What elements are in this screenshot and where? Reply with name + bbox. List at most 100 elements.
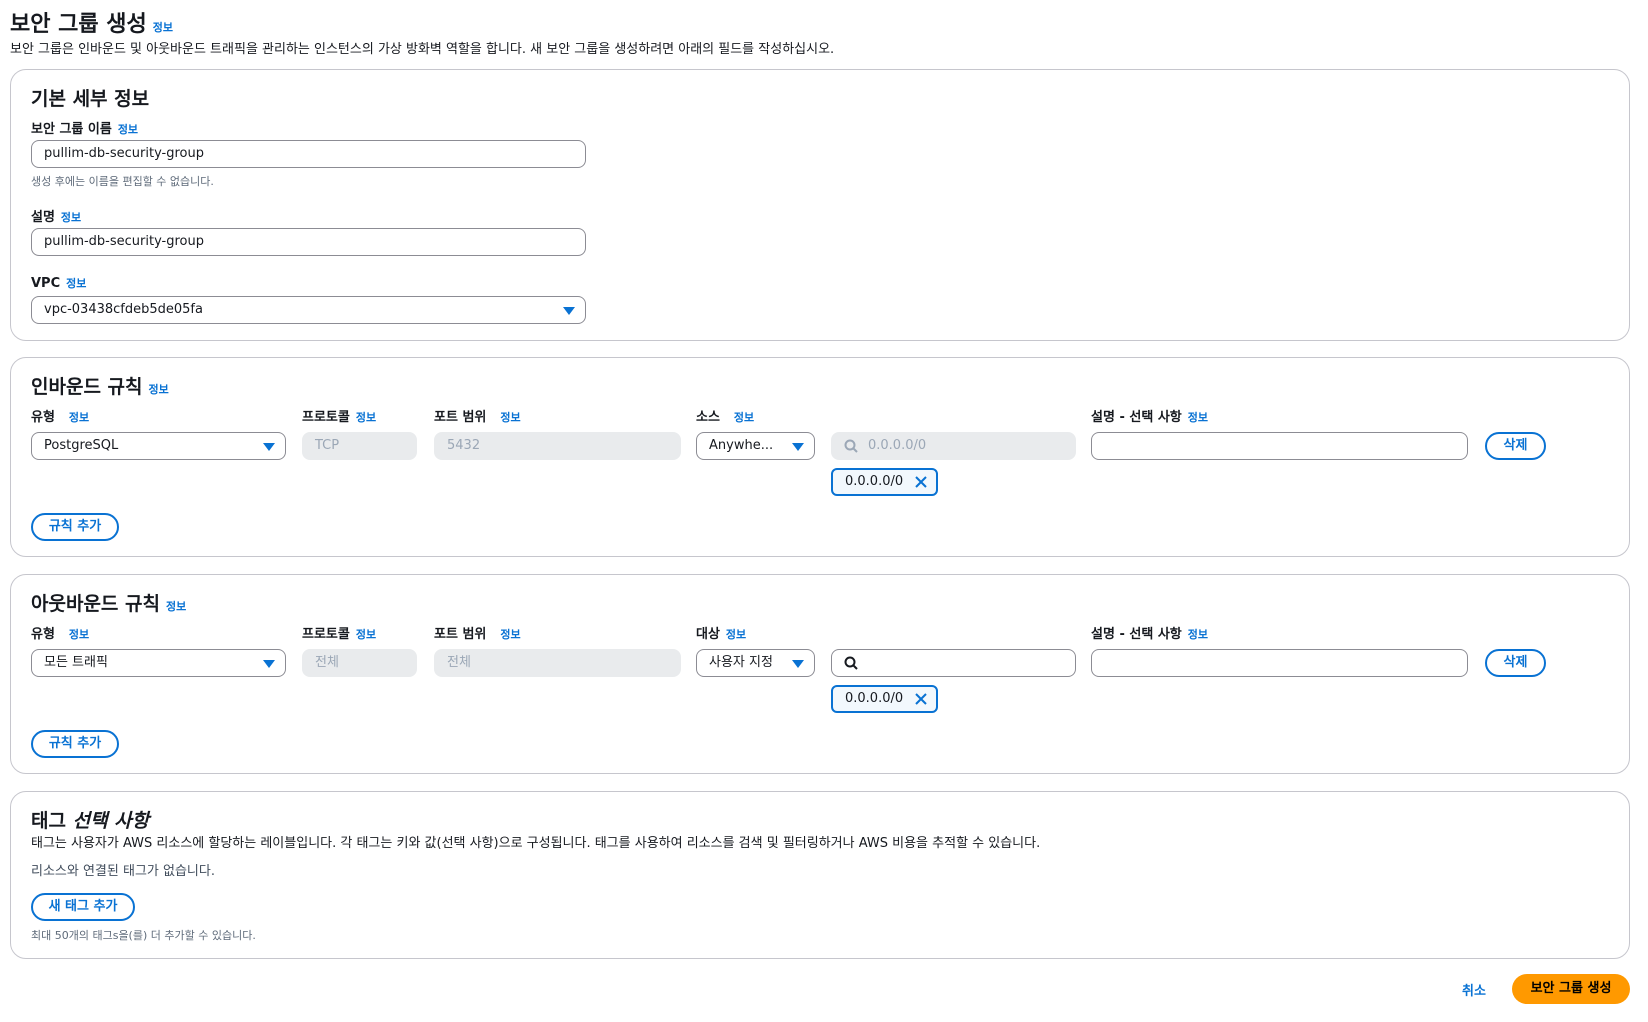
outbound-col-desc: 설명 - 선택 사항 정보 [1091,623,1208,642]
info-link[interactable]: 정보 [356,411,376,424]
info-link[interactable]: 정보 [1188,411,1208,424]
caret-down-icon [792,660,804,668]
outbound-cidr-search[interactable] [831,649,1076,677]
info-link[interactable]: 정보 [726,628,746,641]
outbound-col-protocol: 프로토콜 정보 [302,623,376,642]
inbound-cidr-search[interactable]: 0.0.0.0/0 [831,432,1076,460]
outbound-type-value: 모든 트래픽 [44,655,108,670]
page-title-text: 보안 그룹 생성 [10,12,147,37]
col-source-text: 소스 [696,410,720,425]
basic-details-title: 기본 세부 정보 [31,88,150,110]
search-icon [844,656,858,670]
tags-limit-hint: 최대 50개의 태그s을(를) 더 추가할 수 있습니다. [31,929,256,942]
info-link[interactable]: 정보 [118,123,138,136]
col-protocol-text: 프로토콜 [302,410,350,425]
caret-down-icon [563,307,575,315]
outbound-add-rule-button[interactable]: 규칙 추가 [31,730,119,758]
info-link[interactable]: 정보 [69,628,89,641]
tags-title: 태그 선택 사항 [31,806,149,833]
inbound-rules-panel: 인바운드 규칙 정보 유형 정보 프로토콜 정보 포트 범위 정보 소스 정보 설명 - … [10,357,1630,557]
col-desc-text: 설명 - 선택 사항 [1091,410,1182,425]
outbound-col-dest: 대상 정보 [696,623,746,642]
outbound-col-type: 유형 정보 [31,623,89,642]
col-port-text: 포트 범위 [434,627,487,642]
security-group-name-input[interactable]: pullim-db-security-group [31,140,586,168]
basic-details-panel: 기본 세부 정보 보안 그룹 이름 정보 pullim-db-security-g… [10,69,1630,341]
vpc-select-value: vpc-03438cfdeb5de05fa [44,302,203,317]
tags-title-optional: 선택 사항 [72,810,150,832]
outbound-protocol-field: 전체 [302,649,417,677]
col-protocol-text: 프로토콜 [302,627,350,642]
info-link[interactable]: 정보 [500,628,520,641]
inbound-cidr-token: 0.0.0.0/0 [831,468,938,496]
tags-title-text: 태그 [31,810,66,832]
info-link[interactable]: 정보 [734,411,754,424]
name-label-text: 보안 그룹 이름 [31,122,112,137]
inbound-delete-button[interactable]: 삭제 [1485,432,1546,460]
col-dest-text: 대상 [696,627,720,642]
description-label: 설명 정보 [31,206,81,225]
info-link[interactable]: 정보 [61,211,81,224]
page-description: 보안 그룹은 인바운드 및 아웃바운드 트래픽을 관리하는 인스턴스의 가상 방… [10,42,835,57]
outbound-col-port: 포트 범위 정보 [434,623,521,642]
outbound-port-field: 전체 [434,649,681,677]
outbound-description-input[interactable] [1091,649,1468,677]
info-link[interactable]: 정보 [66,277,86,290]
cancel-button[interactable]: 취소 [1462,980,1486,999]
inbound-add-rule-button[interactable]: 규칙 추가 [31,513,119,541]
inbound-protocol-field: TCP [302,432,417,460]
outbound-title-text: 아웃바운드 규칙 [31,593,160,615]
inbound-col-desc: 설명 - 선택 사항 정보 [1091,406,1208,425]
outbound-delete-button[interactable]: 삭제 [1485,649,1546,677]
inbound-description-input[interactable] [1091,432,1468,460]
col-desc-text: 설명 - 선택 사항 [1091,627,1182,642]
token-label: 0.0.0.0/0 [845,691,904,706]
name-label: 보안 그룹 이름 정보 [31,118,138,137]
close-icon[interactable] [914,475,928,489]
tags-empty-text: 리소스와 연결된 태그가 없습니다. [31,864,215,879]
inbound-title-text: 인바운드 규칙 [31,376,143,398]
col-type-text: 유형 [31,410,55,425]
info-link[interactable]: 정보 [69,411,89,424]
caret-down-icon [792,443,804,451]
info-link[interactable]: 정보 [500,411,520,424]
tags-panel: 태그 선택 사항 태그는 사용자가 AWS 리소스에 할당하는 레이블입니다. … [10,791,1630,959]
add-tag-button[interactable]: 새 태그 추가 [31,893,135,921]
vpc-label-text: VPC [31,276,61,291]
info-link[interactable]: 정보 [356,628,376,641]
inbound-port-field: 5432 [434,432,681,460]
inbound-source-select[interactable]: Anywhe... [696,432,815,460]
vpc-select[interactable]: vpc-03438cfdeb5de05fa [31,296,586,324]
search-icon [844,439,858,453]
info-link[interactable]: 정보 [1188,628,1208,641]
outbound-rules-panel: 아웃바운드 규칙 정보 유형 정보 프로토콜 정보 포트 범위 정보 대상 정보 설명 -… [10,574,1630,774]
info-link[interactable]: 정보 [166,600,186,613]
inbound-col-port: 포트 범위 정보 [434,406,521,425]
caret-down-icon [263,660,275,668]
col-type-text: 유형 [31,627,55,642]
name-hint: 생성 후에는 이름을 편집할 수 없습니다. [31,175,214,188]
outbound-type-select[interactable]: 모든 트래픽 [31,649,286,677]
inbound-source-value: Anywhe... [709,438,774,453]
outbound-dest-select[interactable]: 사용자 지정 [696,649,815,677]
description-input[interactable]: pullim-db-security-group [31,228,586,256]
inbound-title: 인바운드 규칙 정보 [31,372,169,399]
outbound-dest-value: 사용자 지정 [709,655,773,670]
vpc-label: VPC 정보 [31,275,86,291]
outbound-title: 아웃바운드 규칙 정보 [31,589,186,616]
create-security-group-button[interactable]: 보안 그룹 생성 [1512,974,1630,1004]
inbound-type-select[interactable]: PostgreSQL [31,432,286,460]
caret-down-icon [263,443,275,451]
token-label: 0.0.0.0/0 [845,474,904,489]
inbound-col-protocol: 프로토콜 정보 [302,406,376,425]
close-icon[interactable] [914,692,928,706]
info-link[interactable]: 정보 [149,383,169,396]
tags-description: 태그는 사용자가 AWS 리소스에 할당하는 레이블입니다. 각 태그는 키와 … [31,836,1041,851]
outbound-cidr-token: 0.0.0.0/0 [831,685,938,713]
inbound-col-type: 유형 정보 [31,406,89,425]
info-link[interactable]: 정보 [153,21,173,34]
description-label-text: 설명 [31,210,55,225]
inbound-col-source: 소스 정보 [696,406,754,425]
inbound-type-value: PostgreSQL [44,438,119,453]
inbound-cidr-placeholder: 0.0.0.0/0 [868,438,927,453]
